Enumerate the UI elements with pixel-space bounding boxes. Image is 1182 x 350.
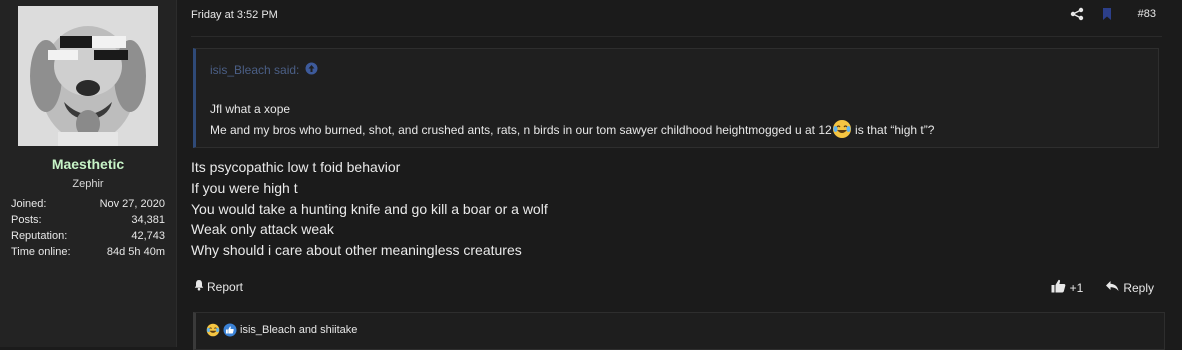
user-title: Zephir xyxy=(72,178,104,190)
stat-value: Nov 27, 2020 xyxy=(99,198,165,210)
user-stats: Joined: Nov 27, 2020 Posts: 34,381 Reput… xyxy=(11,196,165,260)
stat-label: Reputation: xyxy=(11,230,68,242)
like-count: +1 xyxy=(1069,280,1084,295)
body-line: Weak only attack weak xyxy=(191,221,334,238)
avatar-image xyxy=(18,6,158,146)
user-sidebar: Maesthetic Zephir Joined: Nov 27, 2020 P… xyxy=(0,0,177,347)
stat-value: 84d 5h 40m xyxy=(106,246,165,258)
stat-value: 42,743 xyxy=(131,230,165,242)
share-icon[interactable] xyxy=(1070,7,1084,21)
thumbs-up-icon xyxy=(1051,279,1066,296)
reply-button[interactable]: Reply xyxy=(1105,280,1154,295)
post-number[interactable]: #83 xyxy=(1138,8,1156,20)
quote-header[interactable]: isis_Bleach said: xyxy=(210,62,318,78)
bell-icon xyxy=(193,279,205,294)
quote-line: Me and my bros who burned, shot, and cru… xyxy=(210,119,934,140)
reply-label: Reply xyxy=(1123,280,1154,295)
report-label: Report xyxy=(207,279,244,294)
like-reaction-icon xyxy=(223,323,237,337)
avatar[interactable] xyxy=(18,6,158,146)
like-button[interactable]: +1 xyxy=(1051,279,1084,296)
quote-author[interactable]: isis_Bleach said: xyxy=(210,63,299,77)
arrow-up-circle-icon[interactable] xyxy=(305,62,318,78)
reactions-bar[interactable]: isis_Bleach and shiitake xyxy=(193,312,1165,350)
crying-laughing-emoji xyxy=(206,323,220,337)
stat-joined: Joined: Nov 27, 2020 xyxy=(11,196,165,212)
username[interactable]: Maesthetic xyxy=(0,156,176,172)
reactions-text[interactable]: isis_Bleach and shiitake xyxy=(240,324,357,336)
stat-label: Posts: xyxy=(11,214,42,226)
stat-label: Joined: xyxy=(11,198,47,210)
reply-icon xyxy=(1105,280,1119,295)
stat-value: 34,381 xyxy=(131,214,165,226)
post-main: Friday at 3:52 PM #83 isis_Bleach said: … xyxy=(177,0,1182,350)
quote-block: isis_Bleach said: Jfl what a xope Me and… xyxy=(193,48,1159,148)
quote-text: Me and my bros who burned, shot, and cru… xyxy=(210,123,832,137)
quote-body: Jfl what a xope Me and my bros who burne… xyxy=(210,99,934,140)
stat-posts: Posts: 34,381 xyxy=(11,212,165,228)
forum-post: Maesthetic Zephir Joined: Nov 27, 2020 P… xyxy=(0,0,1182,350)
crying-laughing-emoji xyxy=(832,119,852,139)
body-line: If you were high t xyxy=(191,179,298,196)
stat-label: Time online: xyxy=(11,246,71,258)
quote-text: is that “high t”? xyxy=(851,123,935,137)
post-date[interactable]: Friday at 3:52 PM xyxy=(191,9,278,21)
report-button[interactable]: Report xyxy=(193,279,243,294)
reactions-summary[interactable]: isis_Bleach and shiitake xyxy=(206,323,357,337)
divider xyxy=(191,36,1162,37)
post-tools: #83 xyxy=(1070,7,1156,21)
post-body: Its psycopathic low t foid behavior If y… xyxy=(191,157,548,261)
bookmark-icon[interactable] xyxy=(1100,7,1114,21)
body-line: Its psycopathic low t foid behavior xyxy=(191,159,401,175)
body-line: You would take a hunting knife and go ki… xyxy=(191,200,548,217)
post-actions: +1 Reply xyxy=(1051,279,1154,296)
stat-reputation: Reputation: 42,743 xyxy=(11,228,165,244)
stat-time-online: Time online: 84d 5h 40m xyxy=(11,244,165,260)
body-line: Why should i care about other meaningles… xyxy=(191,242,522,259)
quote-line: Jfl what a xope xyxy=(210,102,291,116)
